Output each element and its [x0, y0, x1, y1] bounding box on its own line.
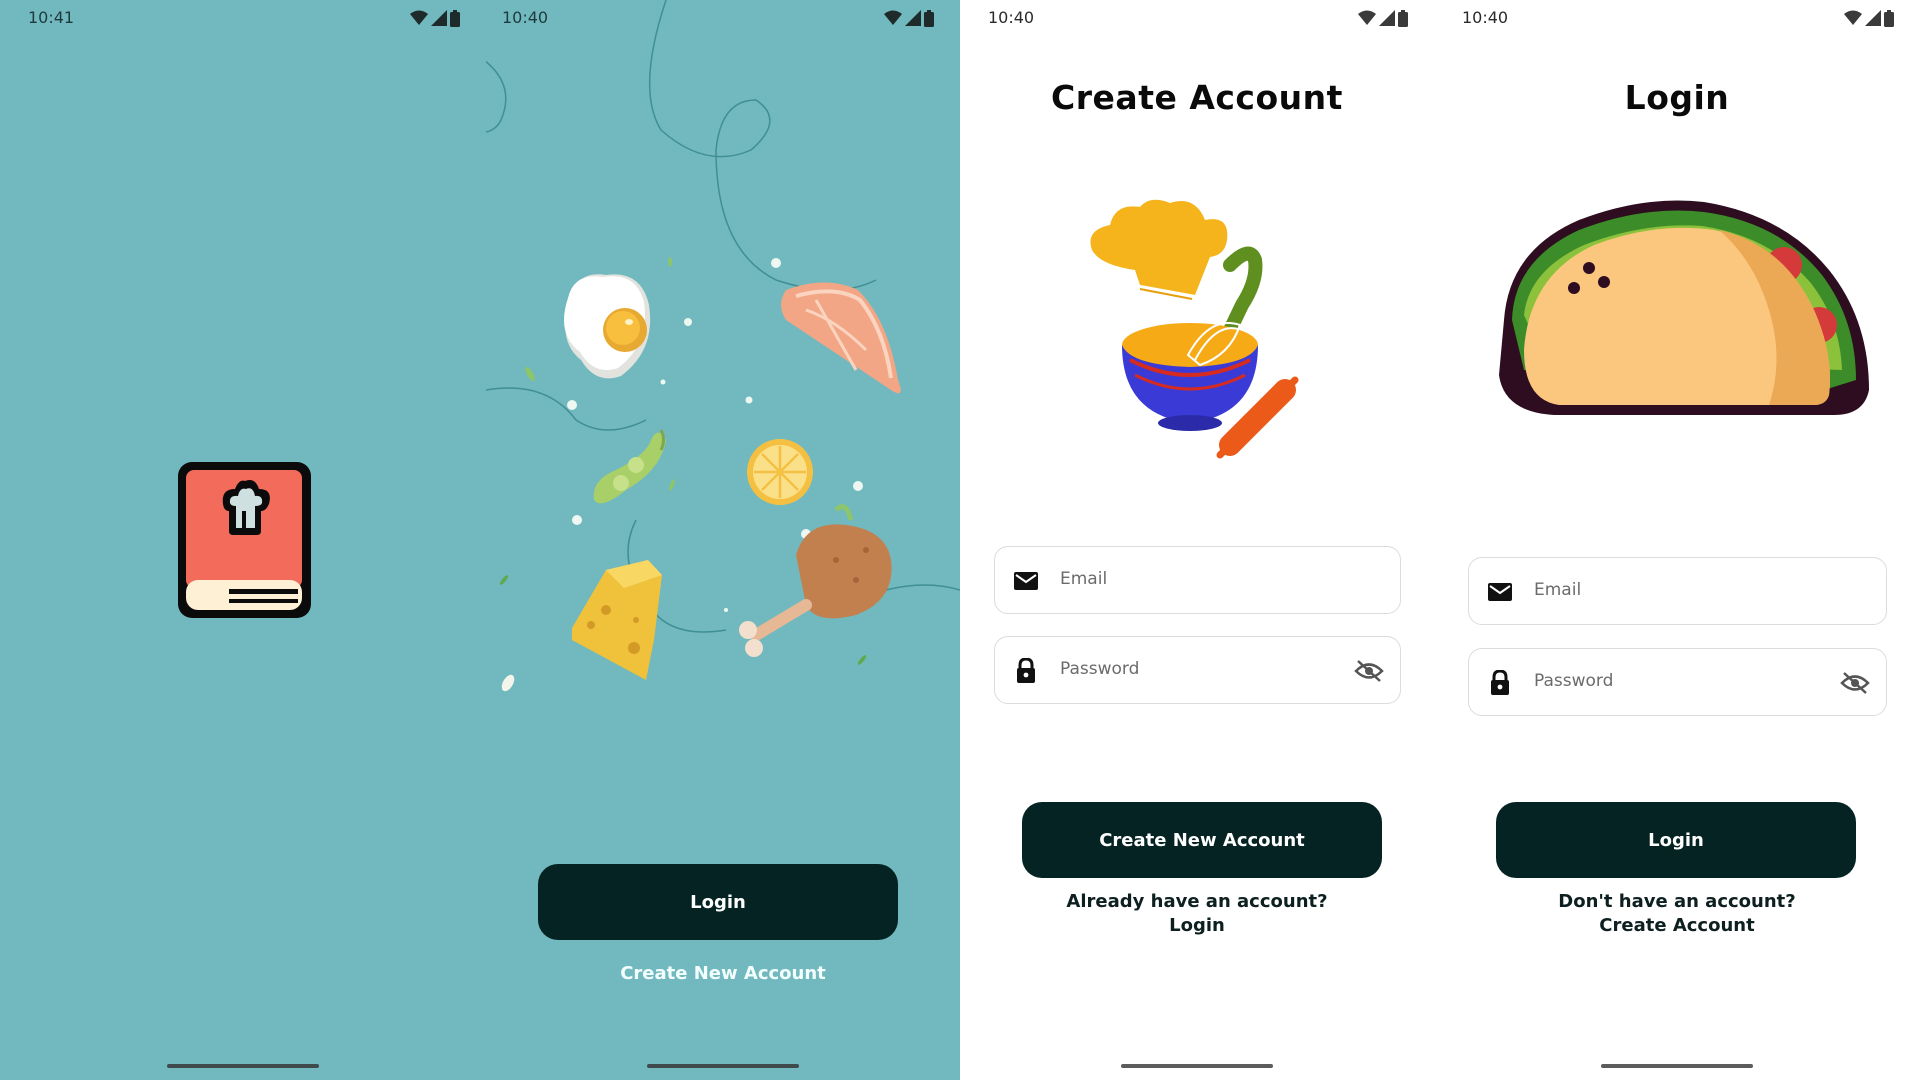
- login-screen: 10:40 Login Email Password Login Don't h…: [1434, 0, 1920, 1080]
- battery-icon: [450, 9, 460, 27]
- wifi-icon: [410, 10, 428, 25]
- password-placeholder: Password: [1534, 671, 1614, 691]
- lock-icon: [1491, 670, 1509, 695]
- create-account-link[interactable]: Create New Account: [486, 963, 960, 984]
- email-placeholder: Email: [1534, 580, 1582, 600]
- create-account-screen: 10:40 Create Account Email Password Crea…: [960, 0, 1434, 1080]
- create-new-account-button[interactable]: Create New Account: [1022, 802, 1382, 878]
- status-time: 10:41: [28, 8, 75, 27]
- lock-icon: [1017, 658, 1035, 683]
- page-title: Login: [1624, 78, 1730, 117]
- mail-icon: [1488, 583, 1512, 601]
- status-icons: [884, 9, 934, 27]
- chef-cookbook-icon: [178, 462, 311, 618]
- welcome-screen: 10:40 Login Create New Account: [486, 0, 960, 1080]
- eye-off-icon[interactable]: [1354, 658, 1384, 684]
- app-screens-row: 10:41 10:40 Login Create New Account 10:…: [0, 0, 1920, 1080]
- status-icons: [1358, 9, 1408, 27]
- password-field[interactable]: Password: [1468, 648, 1887, 716]
- status-bar: 10:41: [0, 0, 486, 38]
- battery-icon: [924, 9, 934, 27]
- wifi-icon: [884, 10, 902, 25]
- login-link[interactable]: Login: [960, 914, 1434, 938]
- wifi-icon: [1358, 10, 1376, 25]
- status-time: 10:40: [988, 8, 1035, 27]
- battery-icon: [1398, 9, 1408, 27]
- status-icons: [1844, 9, 1894, 27]
- splash-screen: 10:41: [0, 0, 486, 1080]
- status-bar: 10:40: [960, 0, 1434, 38]
- signal-icon: [431, 10, 447, 26]
- home-indicator: [1121, 1064, 1273, 1068]
- login-prompt: Already have an account? Login: [960, 890, 1434, 938]
- login-button[interactable]: Login: [1496, 802, 1856, 878]
- status-bar: 10:40: [486, 0, 960, 38]
- email-field[interactable]: Email: [994, 546, 1401, 614]
- signal-icon: [1379, 10, 1395, 26]
- login-button[interactable]: Login: [538, 864, 898, 940]
- signal-icon: [905, 10, 921, 26]
- create-account-prompt-text: Don't have an account?: [1558, 891, 1796, 912]
- eye-off-icon[interactable]: [1840, 670, 1870, 696]
- create-account-prompt: Don't have an account? Create Account: [1434, 890, 1920, 938]
- chef-cooking-illustration: [1090, 199, 1299, 459]
- page-title: Create Account: [1051, 78, 1343, 117]
- status-time: 10:40: [1462, 8, 1509, 27]
- email-field[interactable]: Email: [1468, 557, 1887, 625]
- home-indicator: [167, 1064, 319, 1068]
- password-field[interactable]: Password: [994, 636, 1401, 704]
- home-indicator: [1601, 1064, 1753, 1068]
- signal-icon: [1865, 10, 1881, 26]
- login-prompt-text: Already have an account?: [1066, 891, 1328, 912]
- status-bar: 10:40: [1434, 0, 1920, 38]
- battery-icon: [1884, 9, 1894, 27]
- password-placeholder: Password: [1060, 659, 1140, 679]
- wifi-icon: [1844, 10, 1862, 25]
- status-time: 10:40: [502, 8, 549, 27]
- taco-illustration: [1499, 200, 1869, 415]
- home-indicator: [647, 1064, 799, 1068]
- email-placeholder: Email: [1060, 569, 1108, 589]
- status-icons: [410, 9, 460, 27]
- create-account-link[interactable]: Create Account: [1434, 914, 1920, 938]
- mail-icon: [1014, 572, 1038, 590]
